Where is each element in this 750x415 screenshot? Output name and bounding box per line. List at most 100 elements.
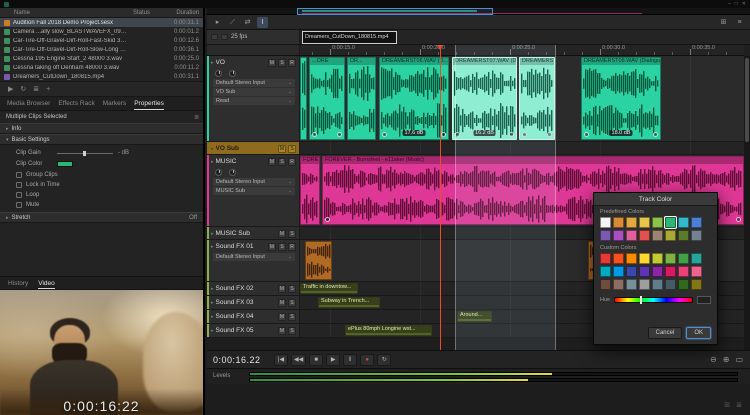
- record-button[interactable]: ●: [360, 354, 374, 366]
- fade-handle[interactable]: [382, 132, 387, 137]
- input-selector[interactable]: Default Stereo Input⌄: [213, 253, 295, 261]
- add-file-icon[interactable]: +: [46, 86, 50, 93]
- stop-button[interactable]: ■: [309, 354, 323, 366]
- solo-button[interactable]: S: [288, 145, 296, 153]
- mute-button[interactable]: M: [278, 327, 286, 335]
- color-swatch[interactable]: [626, 230, 637, 241]
- zoom-fit-icon[interactable]: ▭: [734, 355, 744, 364]
- pause-button[interactable]: ‖: [343, 354, 357, 366]
- audio-clip[interactable]: ...ORE: [309, 57, 345, 140]
- audio-clip[interactable]: DREAMERST07.WAV (D...16.2 dB: [452, 57, 517, 140]
- track-lane-vo[interactable]: ...OREDR...DREAMERST06.WAV (D...17.6 dBD…: [300, 56, 744, 142]
- zoom-in-icon[interactable]: ⊕: [722, 355, 731, 364]
- solo-button[interactable]: S: [288, 230, 296, 238]
- skip-to-start-button[interactable]: |◀: [274, 354, 288, 366]
- mute-button[interactable]: M: [278, 145, 286, 153]
- color-swatch[interactable]: [652, 230, 663, 241]
- volume-knob[interactable]: [215, 169, 222, 176]
- fade-handle[interactable]: [653, 132, 658, 137]
- minimize-icon[interactable]: –: [728, 2, 731, 7]
- input-selector[interactable]: Default Stereo Input⌄: [213, 178, 295, 186]
- color-swatch[interactable]: [665, 217, 676, 228]
- color-swatch[interactable]: [639, 253, 650, 264]
- mute-button[interactable]: M: [278, 313, 286, 321]
- tab-properties[interactable]: Properties: [134, 97, 164, 110]
- solo-button[interactable]: S: [288, 299, 296, 307]
- mute-button[interactable]: M: [268, 158, 276, 166]
- file-row[interactable]: Audition Fall 2018 Demo Project.sesx0:00…: [0, 18, 203, 27]
- fade-handle[interactable]: [509, 132, 514, 137]
- audio-clip[interactable]: DREAMERST08.WAV (Dialogue)18.0 dB: [581, 57, 661, 140]
- audio-clip[interactable]: DREAMERST06.WAV (D...17.6 dB: [379, 57, 449, 140]
- record-arm-button[interactable]: R: [288, 158, 296, 166]
- section-basic-settings[interactable]: ▾ Basic Settings: [0, 134, 203, 145]
- track-header-sound-fx-03[interactable]: ▸Sound FX 03MS: [207, 296, 300, 310]
- color-swatch[interactable]: [639, 266, 650, 277]
- clip-gain-slider-thumb[interactable]: [83, 151, 86, 156]
- color-swatch[interactable]: [626, 266, 637, 277]
- track-header-sound-fx-02[interactable]: ▸Sound FX 02MS: [207, 282, 300, 296]
- solo-button[interactable]: S: [288, 285, 296, 293]
- disclosure-icon[interactable]: ▸: [211, 328, 214, 334]
- timeline-ruler[interactable]: 0:00:15.00:00:20.00:00:25.00:00:30.00:00…: [300, 45, 744, 56]
- input-selector[interactable]: Default Stereo Input⌄: [213, 79, 295, 87]
- playhead[interactable]: [440, 45, 441, 350]
- color-swatch[interactable]: [652, 266, 663, 277]
- list-view-icon[interactable]: ≣: [33, 85, 39, 93]
- fade-handle[interactable]: [584, 132, 589, 137]
- workspace-icon[interactable]: ⊞: [718, 17, 729, 28]
- color-swatch[interactable]: [639, 279, 650, 290]
- color-swatch[interactable]: [639, 230, 650, 241]
- color-swatch[interactable]: [652, 253, 663, 264]
- vertical-scrollbar[interactable]: [744, 56, 750, 350]
- color-swatch[interactable]: [626, 217, 637, 228]
- pan-knob[interactable]: [229, 70, 236, 77]
- disclosure-icon[interactable]: ▸: [211, 286, 214, 292]
- disclosure-icon[interactable]: ▸: [211, 300, 214, 306]
- file-row[interactable]: Camera ...ally slow_BLASTWAVEFX_09092 48…: [0, 27, 203, 36]
- move-tool-icon[interactable]: ▸: [212, 17, 223, 28]
- mute-button[interactable]: M: [278, 285, 286, 293]
- fade-handle[interactable]: [522, 132, 527, 137]
- track-header-vo[interactable]: ▸VOMSRDefault Stereo Input⌄VO Sub⌄Read⌄: [207, 56, 300, 142]
- column-duration[interactable]: Duration: [163, 10, 199, 16]
- track-header-sound-fx-04[interactable]: ▸Sound FX 04MS: [207, 310, 300, 324]
- color-swatch[interactable]: [665, 279, 676, 290]
- solo-button[interactable]: S: [278, 243, 286, 251]
- solo-button[interactable]: S: [278, 59, 286, 67]
- fade-handle[interactable]: [736, 217, 741, 222]
- file-row[interactable]: Dreamers_CutDown_180815.mp40:00:31.1: [0, 72, 203, 81]
- ok-button[interactable]: OK: [686, 327, 711, 339]
- navigator-viewport[interactable]: [297, 8, 493, 15]
- mute-button[interactable]: M: [268, 243, 276, 251]
- eye-icon[interactable]: [221, 34, 228, 40]
- color-swatch[interactable]: [600, 279, 611, 290]
- scrollbar-thumb[interactable]: [745, 58, 749, 142]
- audio-clip[interactable]: DR...: [347, 57, 376, 140]
- color-swatch[interactable]: [678, 253, 689, 264]
- color-swatch[interactable]: [613, 266, 624, 277]
- output-selector[interactable]: VO Sub⌄: [213, 88, 295, 96]
- color-swatch[interactable]: [613, 279, 624, 290]
- checkbox-loop[interactable]: [16, 192, 22, 198]
- color-swatch[interactable]: [626, 279, 637, 290]
- file-row[interactable]: Cessna 195 Engine Start_2 48000 3.wav0:0…: [0, 54, 203, 63]
- list-view-icon[interactable]: ≣: [736, 401, 742, 409]
- color-swatch[interactable]: [691, 266, 702, 277]
- record-arm-button[interactable]: R: [288, 243, 296, 251]
- audio-clip[interactable]: Around...: [457, 311, 492, 322]
- color-swatch[interactable]: [678, 266, 689, 277]
- file-row[interactable]: Car-Tire-Off-Gravel-Dirt-Roll-Fast-Skid …: [0, 36, 203, 45]
- auto-play-icon[interactable]: ▶: [8, 85, 13, 93]
- tab-history[interactable]: History: [8, 277, 28, 289]
- grid-view-icon[interactable]: ⊞: [724, 401, 730, 409]
- solo-button[interactable]: S: [288, 313, 296, 321]
- disclosure-icon[interactable]: ▸: [211, 159, 214, 165]
- column-status[interactable]: Status: [133, 10, 163, 16]
- track-header-vo-sub[interactable]: ▸VO SubMS: [207, 142, 300, 155]
- mute-button[interactable]: M: [278, 230, 286, 238]
- checkbox-lock-in-time[interactable]: [16, 182, 22, 188]
- color-swatch[interactable]: [639, 217, 650, 228]
- audio-clip[interactable]: DREAMERST0...: [519, 57, 555, 140]
- audio-clip[interactable]: [300, 57, 307, 140]
